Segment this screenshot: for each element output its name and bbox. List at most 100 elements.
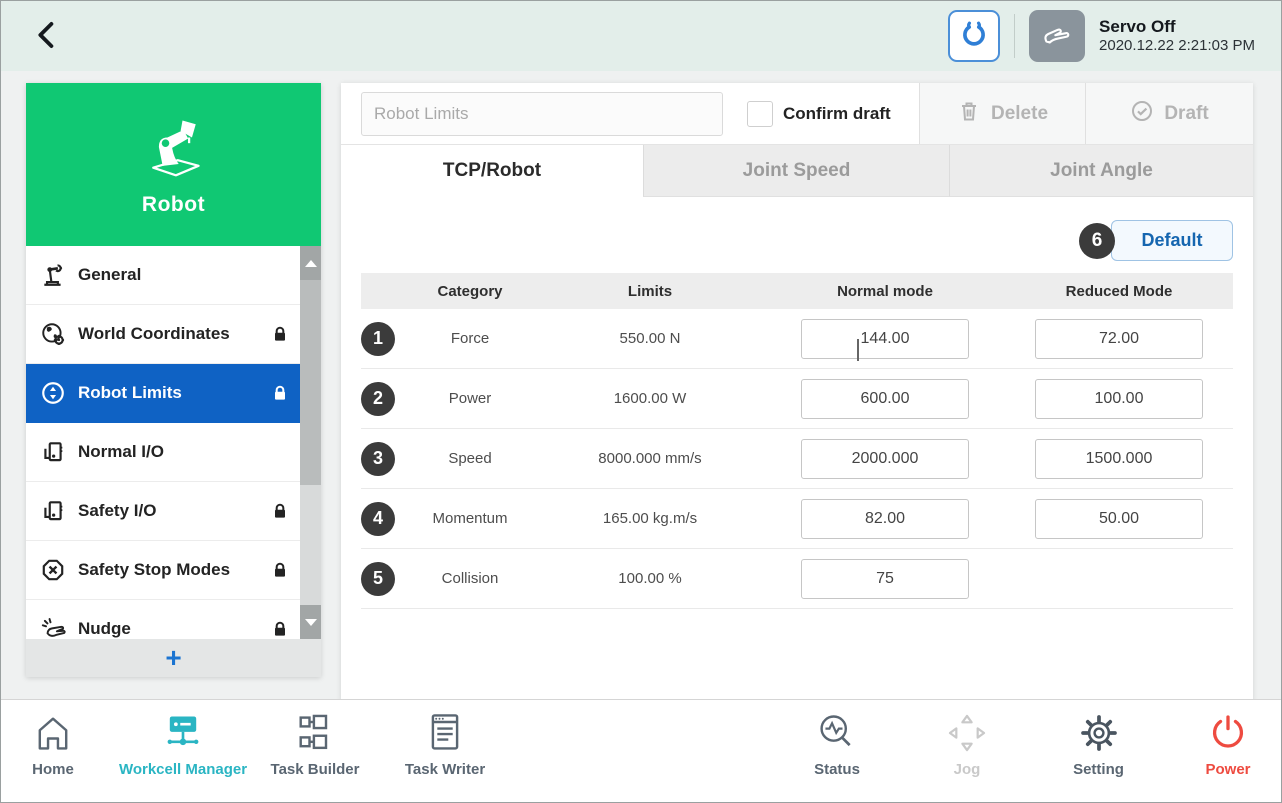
nav-item-task-builder[interactable]: Task Builder: [259, 710, 371, 778]
sidebar-item-robot-limits[interactable]: Robot Limits: [26, 364, 321, 423]
confirm-draft-checkbox[interactable]: [747, 101, 773, 127]
table-row-collision: 5 Collision 100.00 %: [361, 549, 1233, 609]
category-cell: Collision: [405, 570, 535, 587]
nav-label: Task Writer: [405, 761, 485, 778]
hand-guide-button[interactable]: [1029, 10, 1085, 62]
limits-name-input[interactable]: [361, 92, 723, 136]
tab-joint-angle[interactable]: Joint Angle: [949, 145, 1253, 197]
table-row-momentum: 4 Momentum 165.00 kg.m/s: [361, 489, 1233, 549]
top-bar: Servo Off 2020.12.22 2:21:03 PM: [1, 1, 1281, 71]
scrollbar-down-button[interactable]: [300, 605, 321, 639]
power-normal-input[interactable]: [801, 379, 969, 419]
limit-cell: 550.00 N: [535, 330, 765, 347]
plus-icon: +: [165, 644, 181, 672]
triangle-down-icon: [305, 619, 317, 626]
editor-bar: Confirm draft Delete Draft: [341, 83, 1253, 145]
tab-tcp-robot[interactable]: TCP/Robot: [341, 145, 643, 197]
text-caret: [857, 339, 859, 361]
gear-icon: [1077, 710, 1121, 756]
nav-item-status[interactable]: Status: [779, 710, 895, 778]
limits-circle-icon: [40, 380, 66, 406]
col-reduced-mode: Reduced Mode: [1005, 283, 1233, 300]
workcell-sidebar: Robot General: [26, 83, 321, 677]
sidebar-header-robot[interactable]: Robot: [26, 83, 321, 246]
robot-limits-panel: Confirm draft Delete Draft: [341, 83, 1253, 701]
home-icon: [31, 710, 75, 756]
limits-table: Category Limits Normal mode Reduced Mode…: [361, 273, 1233, 609]
lock-icon: [269, 382, 291, 404]
sidebar-item-world-coordinates[interactable]: World Coordinates: [26, 305, 321, 364]
nav-item-power[interactable]: Power: [1173, 710, 1282, 778]
jog-dpad-icon: [945, 710, 989, 756]
sidebar-item-label: Robot Limits: [78, 383, 182, 403]
nav-label: Power: [1205, 761, 1250, 778]
category-cell: Momentum: [405, 510, 535, 527]
back-button[interactable]: [27, 15, 69, 57]
speed-normal-input[interactable]: [801, 439, 969, 479]
sidebar-item-label: Normal I/O: [78, 442, 164, 462]
speed-reduced-input[interactable]: [1035, 439, 1203, 479]
nav-label: Status: [814, 761, 860, 778]
sidebar-scrollbar[interactable]: [300, 246, 321, 639]
bottom-navigation: Home Workcell Manager: [1, 699, 1281, 802]
nav-label: Workcell Manager: [119, 761, 247, 778]
col-category: Category: [405, 283, 535, 300]
step-badge-1: 1: [361, 322, 395, 356]
collision-normal-input[interactable]: [801, 559, 969, 599]
force-reduced-input[interactable]: [1035, 319, 1203, 359]
topbar-divider: [1014, 14, 1015, 58]
power-icon: [1206, 710, 1250, 756]
sidebar-menu: General World Coordinates: [26, 246, 321, 677]
status-scope-icon: [815, 710, 859, 756]
delete-label: Delete: [991, 103, 1048, 125]
top-right-group: Servo Off 2020.12.22 2:21:03 PM: [948, 10, 1255, 62]
nav-item-setting[interactable]: Setting: [1041, 710, 1156, 778]
robot-arm-mini-icon: [40, 262, 66, 288]
sidebar-title: Robot: [142, 193, 205, 217]
nav-item-workcell-manager[interactable]: Workcell Manager: [105, 710, 261, 778]
step-badge-2: 2: [361, 382, 395, 416]
trash-icon: [957, 99, 981, 129]
step-badge-6: 6: [1079, 223, 1115, 259]
delete-button[interactable]: Delete: [919, 83, 1085, 144]
scrollbar-thumb[interactable]: [300, 280, 321, 485]
sidebar-item-label: Nudge: [78, 619, 131, 639]
tab-label: Joint Angle: [1050, 160, 1153, 182]
default-button[interactable]: Default: [1111, 220, 1233, 261]
back-chevron-icon: [31, 18, 65, 55]
lock-icon: [269, 500, 291, 522]
robot-arm-icon: [139, 112, 209, 185]
nav-item-task-writer[interactable]: Task Writer: [387, 710, 503, 778]
nav-item-jog[interactable]: Jog: [909, 710, 1025, 778]
limit-cell: 8000.000 mm/s: [535, 450, 765, 467]
scrollbar-up-button[interactable]: [300, 246, 321, 280]
momentum-normal-input[interactable]: [801, 499, 969, 539]
hand-guide-icon: [1039, 17, 1075, 56]
force-normal-input[interactable]: [801, 319, 969, 359]
momentum-reduced-input[interactable]: [1035, 499, 1203, 539]
lock-icon: [269, 618, 291, 640]
nav-label: Setting: [1073, 761, 1124, 778]
tab-joint-speed[interactable]: Joint Speed: [643, 145, 949, 197]
sidebar-item-label: Safety I/O: [78, 501, 156, 521]
workcell-icon: [161, 710, 205, 756]
sidebar-item-safety-io[interactable]: Safety I/O: [26, 482, 321, 541]
draft-button[interactable]: Draft: [1085, 83, 1253, 144]
io-port-icon: [40, 439, 66, 465]
confirm-draft-group: Confirm draft: [747, 83, 891, 145]
gripper-tool-button[interactable]: [948, 10, 1000, 62]
category-cell: Power: [405, 390, 535, 407]
gripper-icon: [959, 19, 989, 54]
octagon-x-icon: [40, 557, 66, 583]
servo-status-block: Servo Off 2020.12.22 2:21:03 PM: [1099, 16, 1255, 56]
add-workcell-button[interactable]: +: [26, 639, 321, 677]
limit-cell: 165.00 kg.m/s: [535, 510, 765, 527]
draft-label: Draft: [1164, 103, 1208, 125]
tab-label: Joint Speed: [743, 160, 851, 182]
sidebar-item-general[interactable]: General: [26, 246, 321, 305]
sidebar-item-safety-stop-modes[interactable]: Safety Stop Modes: [26, 541, 321, 600]
nav-item-home[interactable]: Home: [13, 710, 93, 778]
sidebar-item-normal-io[interactable]: Normal I/O: [26, 423, 321, 482]
nav-label: Task Builder: [271, 761, 360, 778]
power-reduced-input[interactable]: [1035, 379, 1203, 419]
